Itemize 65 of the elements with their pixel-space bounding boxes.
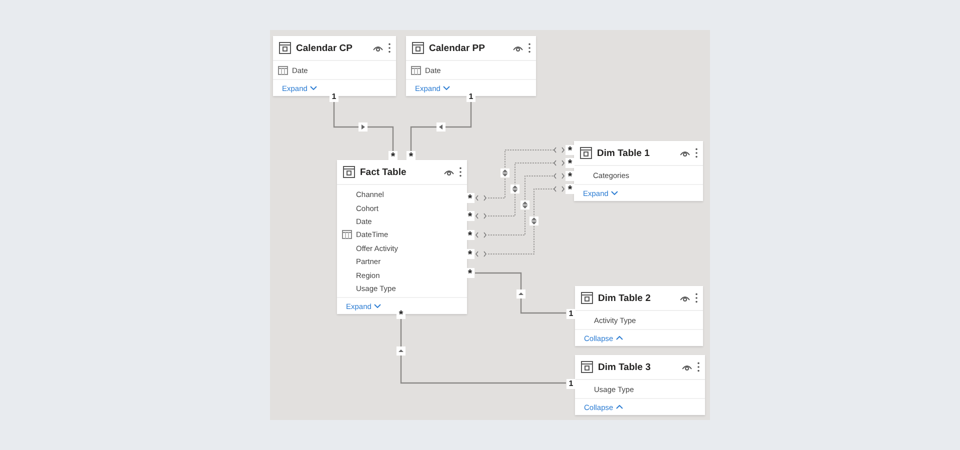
cardinality-label: * (388, 151, 398, 161)
relationship-line[interactable] (488, 162, 554, 216)
more-options-icon[interactable] (697, 362, 700, 372)
eye-icon[interactable] (682, 364, 692, 370)
eye-icon[interactable] (680, 150, 690, 156)
cardinality-label: * (566, 171, 574, 181)
relationship-line[interactable] (400, 319, 566, 384)
relationship-line[interactable] (410, 101, 472, 151)
cardinality-label: * (566, 158, 574, 168)
cardinality-label: * (466, 268, 474, 278)
bracket-icon (553, 186, 565, 192)
cardinality-label: 1 (566, 379, 576, 389)
cardinality-label: * (466, 211, 474, 221)
table-title: Dim Table 1 (597, 148, 651, 158)
table-icon (412, 42, 424, 54)
bracket-icon (553, 147, 565, 153)
cardinality-label: * (566, 145, 574, 155)
bracket-icon (475, 195, 487, 201)
chevron-down-icon (611, 191, 618, 196)
table-title: Calendar PP (429, 42, 486, 54)
calendar-icon (342, 230, 352, 240)
chevron-down-icon (374, 304, 382, 308)
relationship-line[interactable] (488, 176, 554, 236)
calendar-icon (411, 66, 421, 76)
relationship-line[interactable] (488, 150, 554, 198)
more-options-icon[interactable] (695, 148, 698, 158)
more-options-icon[interactable] (388, 43, 391, 53)
more-options-icon[interactable] (695, 293, 698, 303)
table-title: Dim Table 3 (598, 362, 652, 372)
cardinality-label: 1 (330, 92, 338, 102)
more-options-icon[interactable] (528, 43, 531, 53)
table-icon (581, 361, 593, 373)
cardinality-label: 1 (566, 309, 576, 319)
chevron-up-icon (616, 405, 624, 410)
cardinality-label: * (466, 249, 474, 259)
table-title: Fact Table (360, 166, 408, 178)
table-icon (343, 166, 355, 178)
bracket-icon (553, 173, 565, 179)
chevron-down-icon (443, 86, 450, 90)
more-options-icon[interactable] (459, 167, 462, 177)
table-title: Dim Table 2 (598, 292, 652, 304)
bracket-icon (475, 251, 487, 257)
bracket-icon (475, 213, 487, 219)
relationship-line[interactable] (488, 188, 554, 254)
cardinality-label: 1 (466, 92, 476, 102)
eye-icon[interactable] (680, 294, 690, 302)
cardinality-label: * (406, 151, 416, 161)
cardinality-label: * (466, 193, 474, 203)
table-icon (581, 292, 593, 304)
table-title: Calendar CP (296, 42, 354, 54)
relationship-line[interactable] (333, 101, 394, 151)
bracket-icon (553, 160, 565, 166)
cardinality-label: * (466, 230, 474, 240)
bracket-icon (475, 232, 487, 238)
eye-icon[interactable] (444, 168, 454, 176)
calendar-icon (278, 66, 288, 76)
eye-icon[interactable] (373, 44, 383, 52)
eye-icon[interactable] (513, 44, 523, 52)
chevron-up-icon (616, 336, 624, 340)
cardinality-label: * (396, 309, 406, 319)
relationship-line[interactable] (475, 272, 566, 314)
table-icon (279, 42, 291, 54)
table-icon (580, 147, 592, 159)
cardinality-label: * (566, 184, 574, 194)
chevron-down-icon (310, 86, 318, 90)
